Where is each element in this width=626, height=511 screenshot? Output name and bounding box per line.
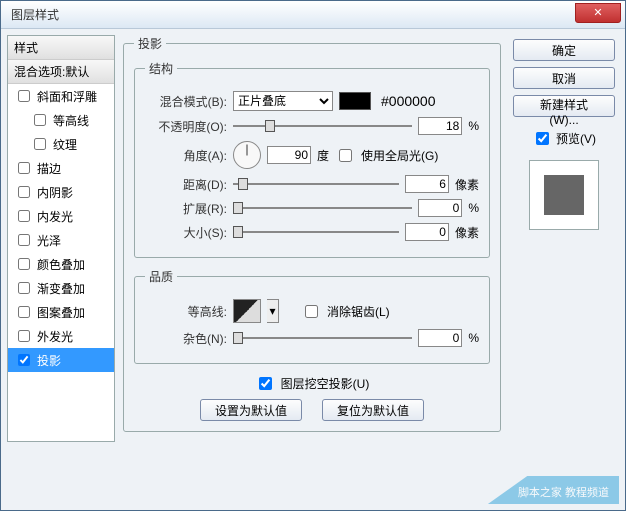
settings-panel: 投影 结构 混合模式(B): 正片叠底 #000000 不透明度(O): <box>115 35 509 442</box>
preview-checkbox[interactable] <box>536 132 549 145</box>
noise-input[interactable] <box>418 329 462 347</box>
effect-label-2: 纹理 <box>53 136 77 153</box>
structure-legend: 结构 <box>145 60 177 77</box>
color-swatch[interactable] <box>339 92 371 110</box>
structure-group: 结构 混合模式(B): 正片叠底 #000000 不透明度(O): % <box>134 60 490 258</box>
effect-item-8[interactable]: 渐变叠加 <box>8 276 114 300</box>
effect-label-1: 等高线 <box>53 112 89 129</box>
effect-label-9: 图案叠加 <box>37 304 85 321</box>
effect-checkbox-5[interactable] <box>18 210 30 222</box>
effect-label-3: 描边 <box>37 160 61 177</box>
effect-item-4[interactable]: 内阴影 <box>8 180 114 204</box>
distance-slider[interactable] <box>233 177 399 191</box>
distance-unit: 像素 <box>455 176 479 193</box>
effect-item-7[interactable]: 颜色叠加 <box>8 252 114 276</box>
size-input[interactable] <box>405 223 449 241</box>
spread-unit: % <box>468 201 479 215</box>
angle-input[interactable] <box>267 146 311 164</box>
effect-label-0: 斜面和浮雕 <box>37 88 97 105</box>
effect-label-5: 内发光 <box>37 208 73 225</box>
quality-legend: 品质 <box>145 268 177 285</box>
make-default-button[interactable]: 设置为默认值 <box>200 399 302 421</box>
preview-label: 预览(V) <box>556 130 596 147</box>
distance-label: 距离(D): <box>145 176 227 193</box>
effect-item-2[interactable]: 纹理 <box>8 132 114 156</box>
effect-checkbox-8[interactable] <box>18 282 30 294</box>
opacity-label: 不透明度(O): <box>145 118 227 135</box>
effect-checkbox-11[interactable] <box>18 354 30 366</box>
styles-header[interactable]: 样式 <box>8 36 114 60</box>
effect-item-3[interactable]: 描边 <box>8 156 114 180</box>
effect-item-1[interactable]: 等高线 <box>8 108 114 132</box>
effect-item-6[interactable]: 光泽 <box>8 228 114 252</box>
effect-label-7: 颜色叠加 <box>37 256 85 273</box>
effect-checkbox-7[interactable] <box>18 258 30 270</box>
effect-checkbox-1[interactable] <box>34 114 46 126</box>
new-style-button[interactable]: 新建样式(W)... <box>513 95 615 117</box>
effect-checkbox-4[interactable] <box>18 186 30 198</box>
reset-default-button[interactable]: 复位为默认值 <box>322 399 424 421</box>
contour-label: 等高线: <box>145 303 227 320</box>
effect-checkbox-3[interactable] <box>18 162 30 174</box>
effect-item-9[interactable]: 图案叠加 <box>8 300 114 324</box>
global-light-checkbox[interactable] <box>339 149 352 162</box>
contour-dropdown[interactable]: ▾ <box>267 299 279 323</box>
color-hex: #000000 <box>381 93 436 109</box>
noise-label: 杂色(N): <box>145 330 227 347</box>
angle-unit: 度 <box>317 147 329 164</box>
knockout-checkbox[interactable] <box>259 377 272 390</box>
effect-checkbox-6[interactable] <box>18 234 30 246</box>
drop-shadow-group: 投影 结构 混合模式(B): 正片叠底 #000000 不透明度(O): <box>123 35 501 432</box>
effect-label-4: 内阴影 <box>37 184 73 201</box>
effect-label-11: 投影 <box>37 352 61 369</box>
window-title: 图层样式 <box>11 6 59 23</box>
titlebar: 图层样式 ✕ <box>1 1 625 29</box>
effect-checkbox-2[interactable] <box>34 138 46 150</box>
opacity-slider[interactable] <box>233 119 412 133</box>
blend-mode-label: 混合模式(B): <box>145 93 227 110</box>
preview-thumbnail <box>544 175 584 215</box>
size-label: 大小(S): <box>145 224 227 241</box>
effect-item-11[interactable]: 投影 <box>8 348 114 372</box>
effect-label-10: 外发光 <box>37 328 73 345</box>
close-button[interactable]: ✕ <box>575 3 621 23</box>
preview-box <box>529 160 599 230</box>
layer-style-dialog: 图层样式 ✕ 样式 混合选项:默认 斜面和浮雕等高线纹理描边内阴影内发光光泽颜色… <box>0 0 626 511</box>
angle-dial[interactable] <box>233 141 261 169</box>
effect-item-10[interactable]: 外发光 <box>8 324 114 348</box>
contour-picker[interactable] <box>233 299 261 323</box>
opacity-unit: % <box>468 119 479 133</box>
effect-checkbox-0[interactable] <box>18 90 30 102</box>
watermark: 脚本之家 教程频道 <box>488 476 619 504</box>
distance-input[interactable] <box>405 175 449 193</box>
effect-item-0[interactable]: 斜面和浮雕 <box>8 84 114 108</box>
noise-slider[interactable] <box>233 331 412 345</box>
cancel-button[interactable]: 取消 <box>513 67 615 89</box>
global-light-label: 使用全局光(G) <box>361 147 438 164</box>
antialias-checkbox[interactable] <box>305 305 318 318</box>
spread-input[interactable] <box>418 199 462 217</box>
angle-label: 角度(A): <box>145 147 227 164</box>
size-unit: 像素 <box>455 224 479 241</box>
effect-checkbox-9[interactable] <box>18 306 30 318</box>
antialias-label: 消除锯齿(L) <box>327 303 390 320</box>
ok-button[interactable]: 确定 <box>513 39 615 61</box>
effect-label-8: 渐变叠加 <box>37 280 85 297</box>
size-slider[interactable] <box>233 225 399 239</box>
opacity-input[interactable] <box>418 117 462 135</box>
spread-label: 扩展(R): <box>145 200 227 217</box>
effect-label-6: 光泽 <box>37 232 61 249</box>
drop-shadow-legend: 投影 <box>134 35 166 52</box>
blend-mode-select[interactable]: 正片叠底 <box>233 91 333 111</box>
quality-group: 品质 等高线: ▾ 消除锯齿(L) 杂色(N): % <box>134 268 490 364</box>
effect-checkbox-10[interactable] <box>18 330 30 342</box>
spread-slider[interactable] <box>233 201 412 215</box>
noise-unit: % <box>468 331 479 345</box>
effects-list: 样式 混合选项:默认 斜面和浮雕等高线纹理描边内阴影内发光光泽颜色叠加渐变叠加图… <box>7 35 115 442</box>
right-column: 确定 取消 新建样式(W)... 预览(V) <box>509 35 619 442</box>
knockout-label: 图层挖空投影(U) <box>281 375 370 392</box>
effect-item-5[interactable]: 内发光 <box>8 204 114 228</box>
blend-options-header[interactable]: 混合选项:默认 <box>8 60 114 84</box>
